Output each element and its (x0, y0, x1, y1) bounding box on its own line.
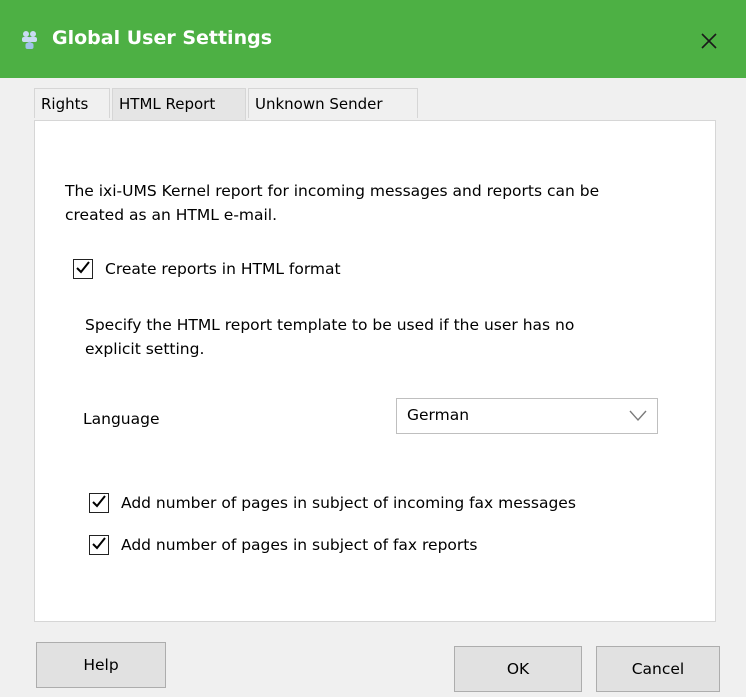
html-report-panel: The ixi-UMS Kernel report for incoming m… (34, 120, 716, 622)
window-title: Global User Settings (52, 27, 273, 49)
checkmark-icon (92, 537, 106, 550)
intro-text: The ixi-UMS Kernel report for incoming m… (65, 179, 599, 227)
template-line-2: explicit setting. (85, 340, 205, 358)
add-pages-reports-checkbox[interactable] (89, 535, 109, 555)
language-selected-value: German (407, 406, 470, 424)
close-icon (701, 33, 717, 49)
cancel-button[interactable]: Cancel (596, 646, 720, 692)
tab-unknown-sender[interactable]: Unknown Sender (248, 88, 418, 118)
ok-button[interactable]: OK (454, 646, 582, 692)
add-pages-reports-label[interactable]: Add number of pages in subject of fax re… (121, 534, 477, 556)
chevron-down-icon (629, 410, 647, 422)
language-label: Language (83, 410, 160, 428)
title-bar: Global User Settings (0, 0, 746, 78)
create-reports-checkbox[interactable] (73, 259, 93, 279)
add-pages-incoming-checkbox[interactable] (89, 493, 109, 513)
checkmark-icon (76, 261, 90, 274)
help-button[interactable]: Help (36, 642, 166, 688)
tab-html-report[interactable]: HTML Report (112, 88, 246, 120)
checkmark-icon (92, 495, 106, 508)
language-select[interactable]: German (396, 398, 658, 434)
users-icon (22, 31, 37, 49)
intro-line-1: The ixi-UMS Kernel report for incoming m… (65, 182, 600, 200)
template-text: Specify the HTML report template to be u… (85, 313, 574, 361)
close-button[interactable] (694, 26, 724, 56)
tab-rights[interactable]: Rights (34, 88, 110, 118)
create-reports-label[interactable]: Create reports in HTML format (105, 258, 341, 280)
intro-line-2: created as an HTML e-mail. (65, 206, 278, 224)
add-pages-incoming-label[interactable]: Add number of pages in subject of incomi… (121, 492, 576, 514)
template-line-1: Specify the HTML report template to be u… (85, 316, 575, 334)
